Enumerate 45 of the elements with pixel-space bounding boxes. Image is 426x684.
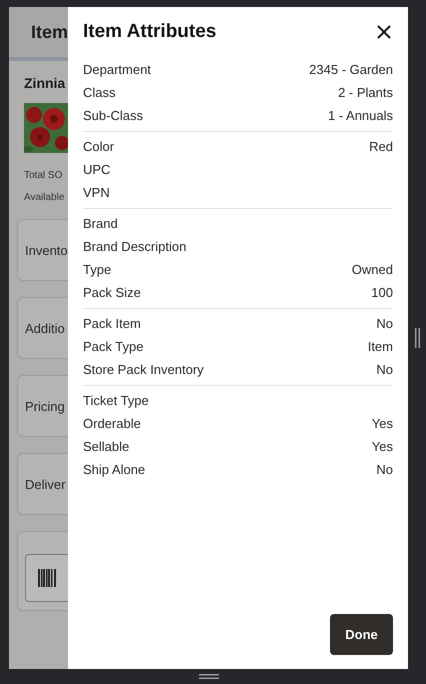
attribute-label: Ship Alone — [83, 462, 146, 477]
attribute-label: Orderable — [83, 416, 141, 431]
section-card[interactable]: Deliver — [17, 453, 68, 515]
stat-label: Total SO — [24, 169, 64, 183]
attribute-value: Yes — [372, 416, 393, 431]
attribute-value: Yes — [372, 439, 393, 454]
attribute-label: Store Pack Inventory — [83, 362, 204, 377]
attribute-value: 1 - Annuals — [328, 108, 393, 123]
attribute-value: 2 - Plants — [338, 85, 393, 100]
barcode-button[interactable] — [25, 554, 68, 602]
attribute-value: Item — [368, 339, 393, 354]
section-card[interactable]: Pricing — [17, 375, 68, 437]
attribute-label: Color — [83, 139, 114, 154]
resize-handle-icon — [414, 328, 420, 348]
attribute-label: Department — [83, 62, 151, 77]
attribute-value: Red — [369, 139, 393, 154]
attribute-value: 2345 - Garden — [309, 62, 393, 77]
item-name: Zinnia — [24, 75, 66, 91]
attribute-value: No — [376, 462, 393, 477]
attribute-label: Pack Type — [83, 339, 144, 354]
attribute-label: Sub-Class — [83, 108, 143, 123]
attribute-value: No — [376, 316, 393, 331]
barcode-icon — [37, 568, 57, 588]
section-card[interactable]: Invento — [17, 219, 68, 281]
close-button[interactable] — [375, 23, 393, 41]
resize-handle-icon — [198, 674, 218, 679]
attribute-label: Type — [83, 262, 112, 277]
attribute-value: No — [376, 362, 393, 377]
attribute-value: Owned — [352, 262, 393, 277]
done-button[interactable]: Done — [330, 614, 393, 655]
attribute-label: Pack Size — [83, 285, 141, 300]
attribute-label: Class — [83, 85, 116, 100]
stat-label: Available — [24, 191, 66, 205]
attribute-label: UPC — [83, 162, 110, 177]
close-icon — [375, 23, 393, 41]
attribute-label: VPN — [83, 185, 110, 200]
section-card[interactable]: Additio — [17, 297, 68, 359]
attribute-label: Sellable — [83, 439, 130, 454]
attribute-value: 100 — [371, 285, 393, 300]
dialog-title: Item Attributes — [83, 21, 216, 43]
attribute-label: Ticket Type — [83, 393, 149, 408]
attribute-label: Brand — [83, 216, 118, 231]
attribute-label: Pack Item — [83, 316, 141, 331]
page-title: Item — [31, 22, 68, 42]
attribute-label: Brand Description — [83, 239, 186, 254]
